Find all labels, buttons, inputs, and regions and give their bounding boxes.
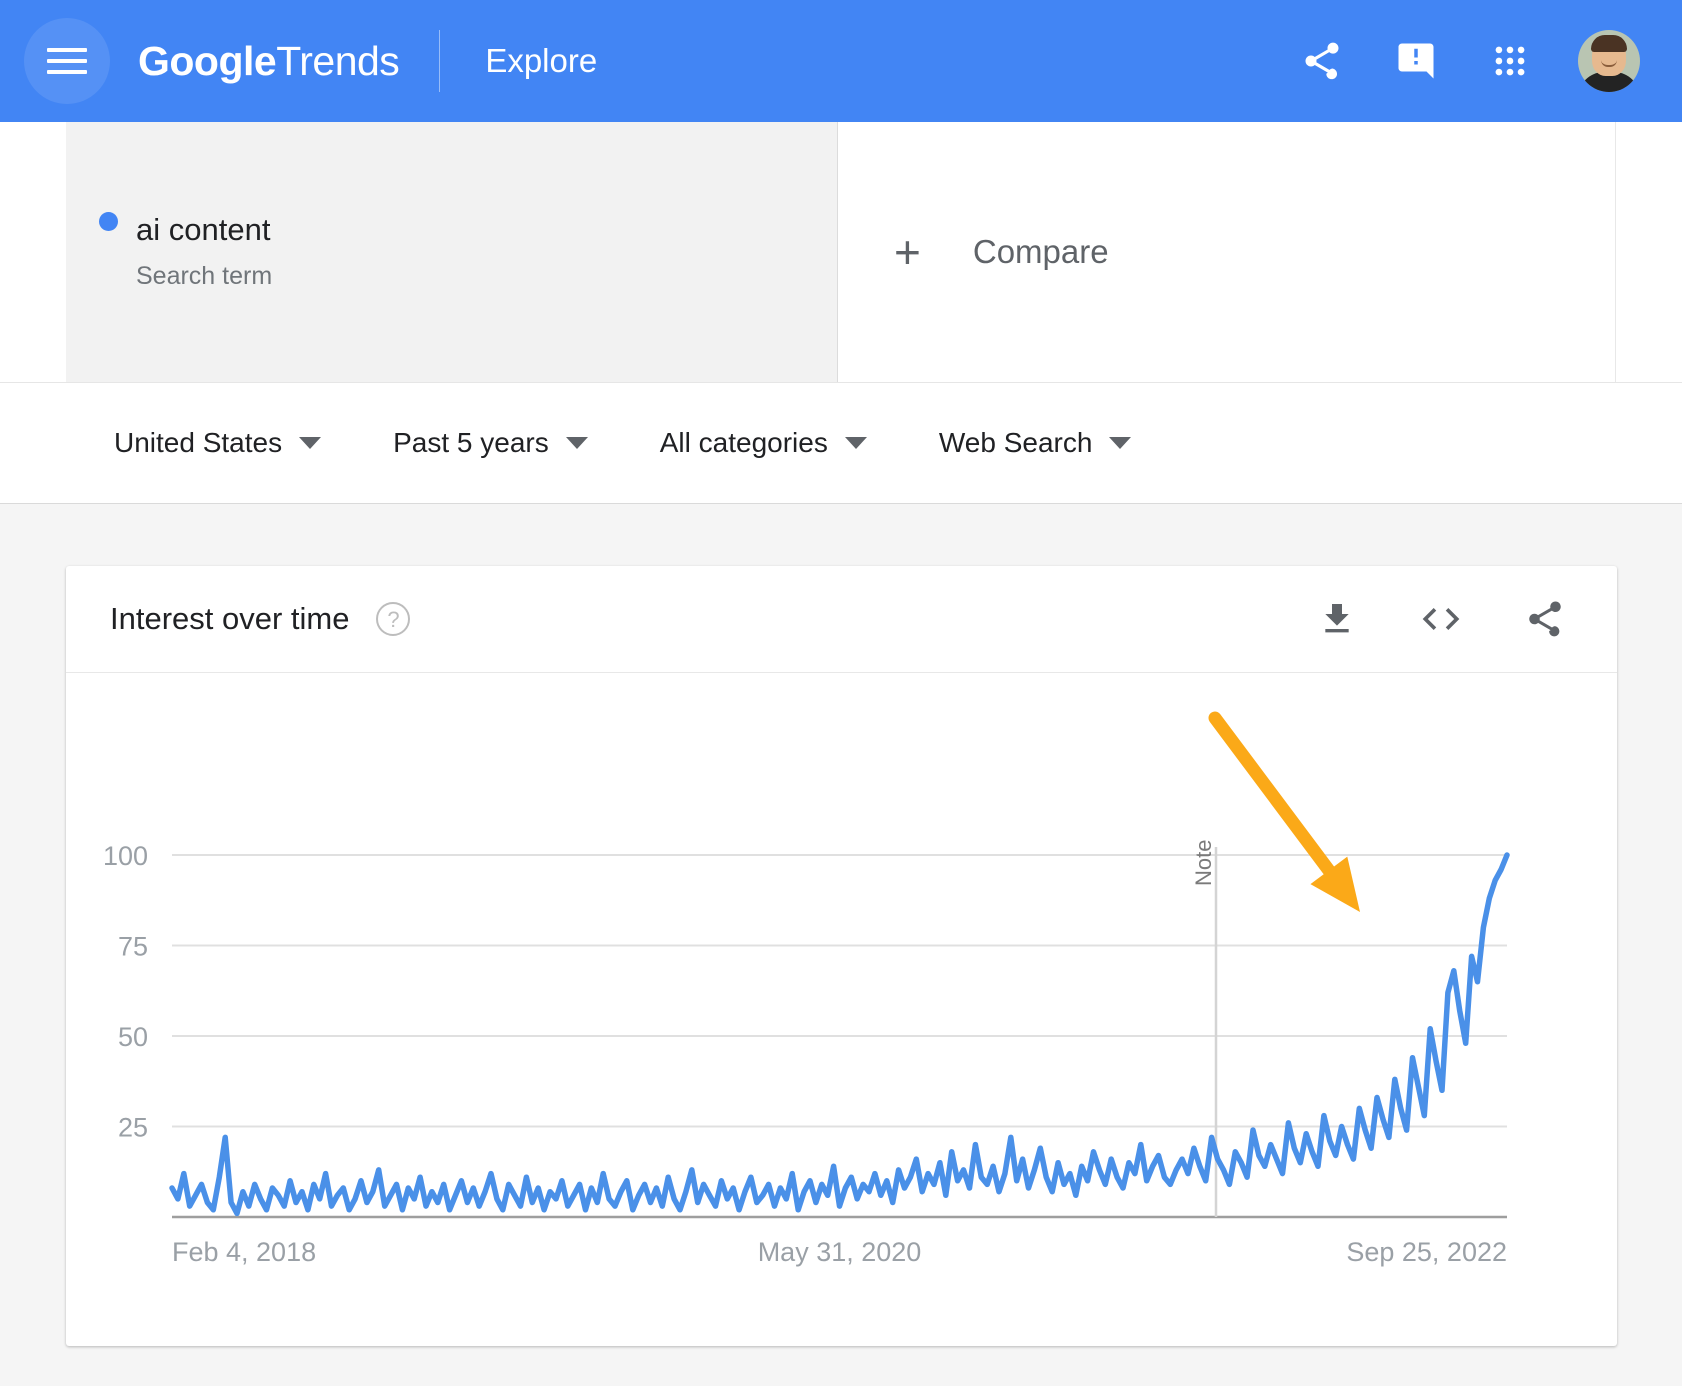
download-button[interactable] xyxy=(1311,593,1363,645)
filter-location-label: United States xyxy=(114,427,283,458)
chevron-down-icon xyxy=(299,437,322,449)
add-comparison-button[interactable]: + Compare xyxy=(838,122,1682,382)
search-term-type: Search term xyxy=(136,262,273,291)
brand-logo[interactable]: GoogleTrends xyxy=(138,37,400,85)
note-annotation-label: Note xyxy=(1191,839,1216,886)
google-apps-button[interactable] xyxy=(1484,35,1536,87)
share-icon xyxy=(1305,42,1339,80)
filter-timerange-label: Past 5 years xyxy=(393,427,549,458)
embed-button[interactable] xyxy=(1415,593,1467,645)
chevron-down-icon xyxy=(565,437,588,449)
series-color-dot xyxy=(99,212,118,231)
plus-icon: + xyxy=(894,226,921,278)
appbar-actions xyxy=(1296,30,1682,92)
avatar[interactable] xyxy=(1578,30,1640,92)
filter-location[interactable]: United States xyxy=(114,427,322,459)
interest-over-time-card: Interest over time ? 25 50 75 100 Feb 4, 201… xyxy=(66,566,1617,1346)
brand-google-text: Google xyxy=(138,37,277,84)
filter-category-label: All categories xyxy=(659,427,828,458)
feedback-button[interactable] xyxy=(1390,35,1442,87)
compare-label: Compare xyxy=(972,233,1109,270)
card-header: Interest over time ? xyxy=(66,566,1617,673)
svg-text:75: 75 xyxy=(118,932,148,962)
filter-bar: United States Past 5 years All categorie… xyxy=(0,382,1682,504)
help-question-icon[interactable]: ? xyxy=(376,602,411,636)
filter-searchtype-label: Web Search xyxy=(938,427,1093,458)
apps-grid-icon xyxy=(1495,46,1525,76)
filter-searchtype[interactable]: Web Search xyxy=(939,427,1132,459)
brand-trends-text: Trends xyxy=(276,37,400,84)
share-icon xyxy=(1529,601,1561,637)
interest-over-time-chart[interactable]: 25 50 75 100 Feb 4, 2018 May 31, 2020 Sep 25, … xyxy=(66,673,1617,1345)
svg-text:Feb 4, 2018: Feb 4, 2018 xyxy=(172,1237,316,1267)
hamburger-menu-icon xyxy=(47,41,87,81)
embed-code-icon xyxy=(1422,608,1460,630)
card-title: Interest over time xyxy=(110,601,350,636)
avatar-hair xyxy=(1591,35,1627,52)
filter-category[interactable]: All categories xyxy=(660,427,867,459)
download-icon xyxy=(1325,604,1349,633)
svg-text:May 31, 2020: May 31, 2020 xyxy=(758,1237,922,1267)
app-bar: GoogleTrends Explore xyxy=(0,0,1682,122)
search-term-value: ai content xyxy=(136,211,271,247)
share-button[interactable] xyxy=(1296,35,1348,87)
query-row: ai content Search term + Compare xyxy=(0,122,1682,382)
filter-timerange[interactable]: Past 5 years xyxy=(393,427,588,459)
svg-text:Sep 25, 2022: Sep 25, 2022 xyxy=(1346,1237,1507,1267)
chevron-down-icon xyxy=(844,437,867,449)
share-chart-button[interactable] xyxy=(1519,593,1571,645)
card-actions xyxy=(1311,593,1571,645)
search-term-card[interactable]: ai content Search term xyxy=(66,122,838,382)
hamburger-menu-button[interactable] xyxy=(24,18,110,104)
chart-area: 25 50 75 100 Feb 4, 2018 May 31, 2020 Sep 25, … xyxy=(66,673,1617,1345)
chevron-down-icon xyxy=(1109,437,1132,449)
feedback-icon xyxy=(1398,43,1434,79)
svg-text:50: 50 xyxy=(118,1022,148,1052)
svg-text:100: 100 xyxy=(103,841,148,871)
svg-text:25: 25 xyxy=(118,1113,148,1143)
appbar-divider xyxy=(439,30,441,92)
section-title-explore[interactable]: Explore xyxy=(485,42,597,80)
